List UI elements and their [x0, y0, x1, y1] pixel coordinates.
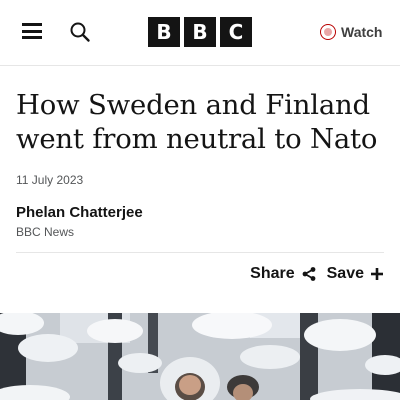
- save-button[interactable]: Save: [327, 265, 384, 283]
- share-button[interactable]: Share: [250, 265, 316, 283]
- save-label: Save: [326, 265, 364, 282]
- logo-letter: B: [148, 17, 180, 47]
- site-header: B B C Watch: [0, 0, 400, 66]
- hero-image: [0, 313, 400, 400]
- menu-icon-bar: [22, 23, 42, 26]
- article-date: 11 July 2023: [16, 173, 84, 187]
- logo-letter: C: [220, 17, 252, 47]
- snowy-forest-photo: [0, 313, 400, 400]
- author-organization: BBC News: [16, 225, 75, 239]
- search-button[interactable]: [69, 21, 91, 43]
- search-icon: [70, 22, 90, 42]
- share-icon: [302, 267, 316, 281]
- share-label: Share: [250, 265, 295, 282]
- live-dot-icon: [320, 24, 336, 40]
- plus-icon: [371, 268, 383, 280]
- watch-label: Watch: [341, 24, 383, 40]
- byline-divider: [16, 252, 384, 253]
- menu-icon-bar: [22, 29, 42, 33]
- watch-link[interactable]: Watch: [320, 22, 382, 42]
- bbc-logo[interactable]: B B C: [148, 17, 252, 47]
- article-title: How Sweden and Finland went from neutral…: [16, 89, 378, 155]
- menu-icon-bar: [22, 36, 42, 39]
- author-name[interactable]: Phelan Chatterjee: [16, 204, 143, 221]
- menu-button[interactable]: [22, 22, 42, 40]
- logo-letter: B: [184, 17, 216, 47]
- article-actions: Share Save: [250, 265, 384, 283]
